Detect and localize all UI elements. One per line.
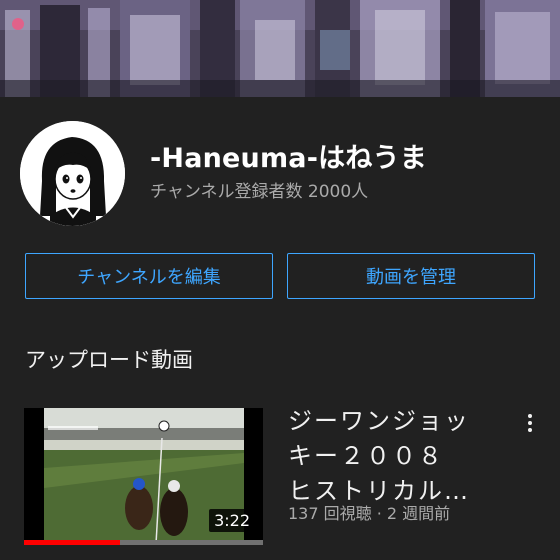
video-thumbnail[interactable]: 3:22 xyxy=(24,408,263,544)
watch-progress-fill xyxy=(24,540,120,545)
video-title[interactable]: ジーワンジョッキー２００８ ヒストリカル ライ… xyxy=(288,404,488,509)
edit-channel-button[interactable]: チャンネルを編集 xyxy=(25,253,273,299)
subscriber-count: チャンネル登録者数 2000人 xyxy=(150,182,369,202)
channel-name: -Haneuma-はねうま xyxy=(150,143,427,174)
more-vert-icon[interactable] xyxy=(520,408,540,438)
manage-videos-button[interactable]: 動画を管理 xyxy=(287,253,535,299)
video-duration: 3:22 xyxy=(209,509,255,532)
video-meta: 137 回視聴 · 2 週間前 xyxy=(288,504,451,523)
uploads-section-title: アップロード動画 xyxy=(25,348,193,372)
watch-progress-bar xyxy=(24,540,263,545)
channel-banner xyxy=(0,0,560,97)
avatar-illustration xyxy=(20,121,125,226)
banner-image xyxy=(0,0,560,97)
channel-avatar[interactable] xyxy=(20,121,125,226)
